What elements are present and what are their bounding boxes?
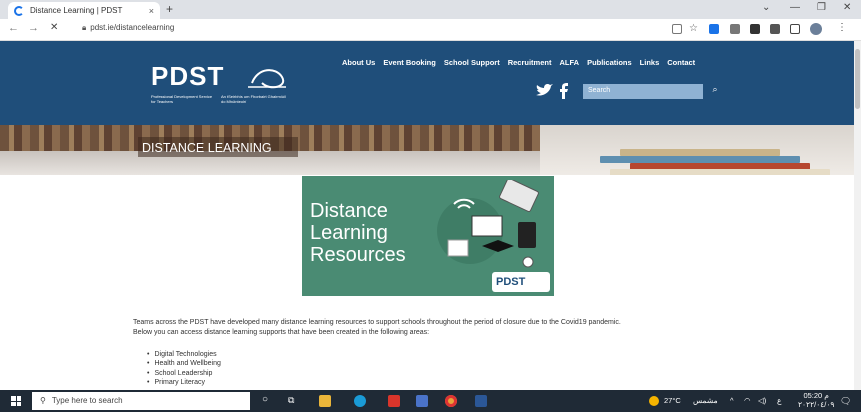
app-icon[interactable]	[416, 395, 428, 407]
clock-time: 05:20 م	[803, 391, 829, 400]
logo-subtitle-en: Professional Development Service for Tea…	[151, 94, 213, 104]
minimize-icon[interactable]: —	[790, 2, 800, 13]
nav-event-booking[interactable]: Event Booking	[383, 58, 436, 67]
nav-school-support[interactable]: School Support	[444, 58, 500, 67]
windows-start-icon[interactable]	[11, 396, 21, 406]
tab-title: Distance Learning | PDST	[30, 6, 123, 15]
tab-close-icon[interactable]: ×	[149, 6, 154, 16]
volume-icon[interactable]: ◁)	[758, 396, 766, 405]
camera-extension-icon[interactable]	[730, 24, 740, 34]
nav-links[interactable]: Links	[640, 58, 660, 67]
intro-paragraph: Teams across the PDST have developed man…	[133, 318, 733, 338]
hero-heading: Distance Learning Resources	[310, 200, 406, 266]
nav-about-us[interactable]: About Us	[342, 58, 375, 67]
nav-recruitment[interactable]: Recruitment	[508, 58, 552, 67]
file-explorer-icon[interactable]	[319, 395, 331, 407]
hero-line-3: Resources	[310, 244, 406, 266]
taskbar-search-placeholder: Type here to search	[51, 396, 123, 405]
page-scrollbar[interactable]	[854, 41, 861, 390]
intro-line-1: Teams across the PDST have developed man…	[133, 319, 621, 326]
puzzle-icon[interactable]	[770, 24, 780, 34]
extension-icon-2[interactable]	[750, 24, 760, 34]
page-title: DISTANCE LEARNING	[138, 137, 298, 157]
hero-pdst-badge: PDST	[492, 272, 550, 292]
restore-icon[interactable]: ❐	[817, 2, 826, 13]
weather-desc[interactable]: مشمس	[693, 396, 718, 405]
taskbar-search-input[interactable]: ⚲ Type here to search	[32, 392, 250, 410]
twitter-icon[interactable]	[536, 84, 553, 96]
extension-icon[interactable]	[709, 24, 719, 34]
back-icon[interactable]: ←	[8, 22, 19, 34]
nav-contact[interactable]: Contact	[667, 58, 695, 67]
search-icon[interactable]: ⌕	[706, 84, 724, 99]
search-icon: ⚲	[40, 396, 46, 405]
windows-taskbar: ⚲ Type here to search ○ ⧉ 27°C مشمس ^ ◠ ◁…	[0, 390, 861, 412]
tab-search-icon[interactable]: ⌄	[762, 2, 770, 13]
store-icon[interactable]	[388, 395, 400, 407]
main-nav: About Us Event Booking School Support Re…	[342, 58, 695, 67]
menu-icon[interactable]: ⋮	[837, 22, 847, 33]
distance-learning-resources-image: Distance Learning Resources PDST	[302, 176, 554, 296]
nav-alfa[interactable]: ALFA	[559, 58, 579, 67]
hero-line-2: Learning	[310, 222, 388, 244]
weather-temp[interactable]: 27°C	[664, 396, 681, 405]
lock-icon: 🔒︎	[82, 23, 87, 32]
bookmark-star-icon[interactable]: ☆	[689, 23, 698, 34]
book	[600, 156, 800, 163]
chrome-icon[interactable]	[445, 395, 457, 407]
close-window-icon[interactable]: ✕	[843, 2, 851, 13]
browser-tab-bar: Distance Learning | PDST × + ⌄ — ❐ ✕	[0, 0, 861, 19]
clock[interactable]: 05:20 م ٢٠٢٢/٠٤/٠٩	[798, 391, 834, 409]
nav-publications[interactable]: Publications	[587, 58, 632, 67]
stop-icon[interactable]: ✕	[50, 22, 58, 33]
tray-chevron-icon[interactable]: ^	[730, 396, 734, 405]
site-header: PDST Professional Development Service fo…	[0, 41, 858, 125]
book	[610, 169, 830, 175]
list-item[interactable]: School Leadership	[147, 369, 221, 378]
book	[620, 149, 780, 156]
browser-toolbar: ← → ✕ 🔒︎ pdst.ie/distancelearning ☆ ⋮	[0, 19, 861, 41]
cortana-icon[interactable]: ○	[262, 394, 268, 405]
list-item[interactable]: Digital Technologies	[147, 350, 221, 359]
hero-line-1: Distance	[310, 200, 388, 222]
side-panel-icon[interactable]	[790, 24, 800, 34]
facebook-icon[interactable]	[560, 83, 568, 99]
share-icon[interactable]	[672, 24, 682, 34]
list-item[interactable]: Health and Wellbeing	[147, 359, 220, 368]
url-text: pdst.ie/distancelearning	[90, 23, 175, 32]
scrollbar-thumb[interactable]	[855, 49, 860, 109]
weather-sun-icon[interactable]	[649, 396, 659, 406]
social-links	[534, 83, 574, 104]
page-banner: DISTANCE LEARNING	[0, 125, 858, 175]
devices-illustration-icon	[447, 180, 539, 268]
logo-subtitle: Professional Development Service for Tea…	[151, 94, 291, 104]
edge-icon[interactable]	[354, 395, 366, 407]
logo-subtitle-ga: An tSeirbhís um Fhorbairt Ghairmiúil do …	[221, 94, 286, 104]
network-icon[interactable]: ◠	[744, 396, 751, 405]
input-language[interactable]: ع	[777, 396, 781, 405]
address-bar[interactable]: 🔒︎ pdst.ie/distancelearning	[82, 23, 174, 33]
browser-tab[interactable]: Distance Learning | PDST ×	[8, 2, 160, 19]
word-icon[interactable]	[475, 395, 487, 407]
loading-icon	[14, 5, 24, 16]
forward-icon[interactable]: →	[28, 22, 39, 34]
clock-date: ٢٠٢٢/٠٤/٠٩	[798, 400, 835, 409]
site-search-input[interactable]: Search	[583, 84, 703, 99]
banner-books-image	[540, 125, 858, 175]
profile-avatar[interactable]	[810, 23, 822, 35]
pdst-logo[interactable]: PDST Professional Development Service fo…	[151, 61, 291, 104]
list-item[interactable]: Primary Literacy	[147, 378, 221, 387]
new-tab-button[interactable]: +	[166, 2, 173, 16]
task-view-icon[interactable]: ⧉	[288, 395, 294, 406]
logo-swirl-icon	[248, 69, 286, 89]
areas-list: Digital Technologies Health and Wellbein…	[147, 350, 221, 387]
notifications-icon[interactable]: 🗨︎	[840, 396, 851, 407]
intro-line-2: Below you can access distance learning s…	[133, 329, 430, 336]
